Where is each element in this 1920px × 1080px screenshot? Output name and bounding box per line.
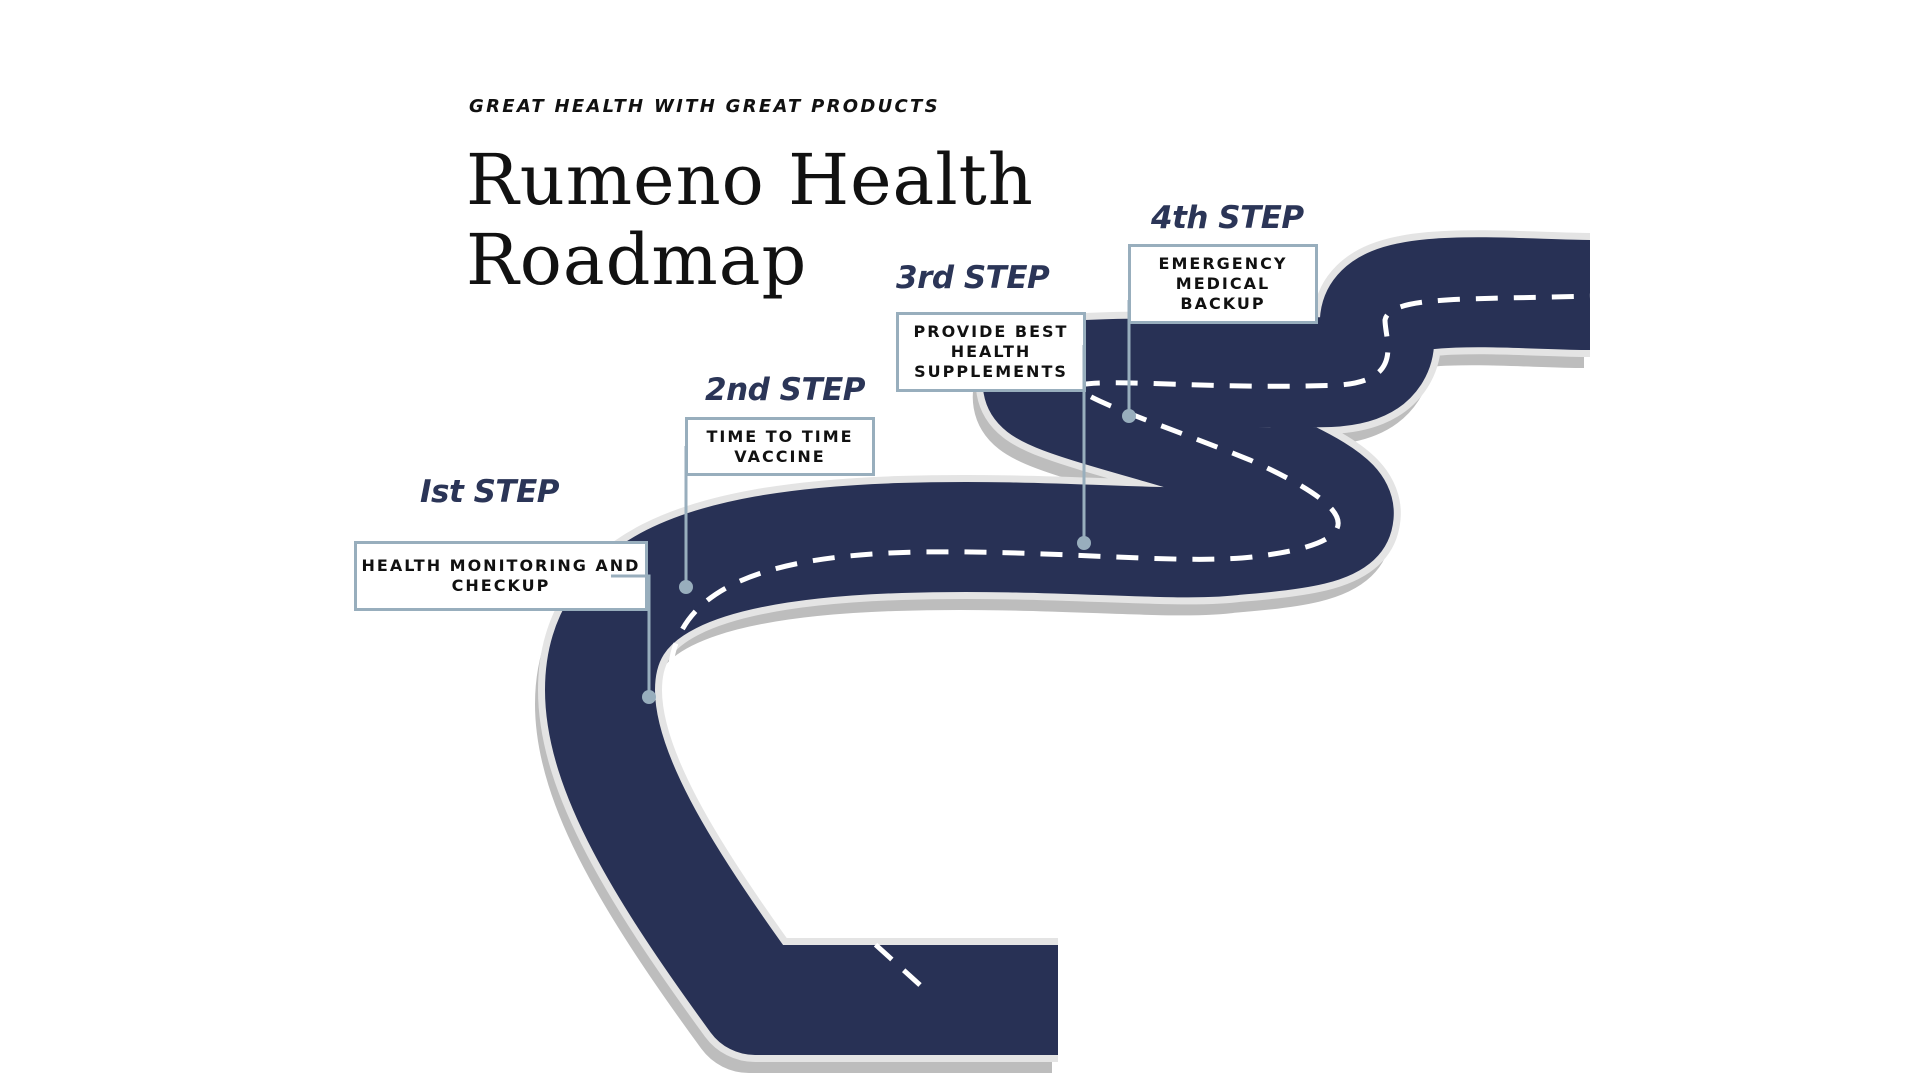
page-title: Rumeno Health Roadmap (466, 140, 1166, 300)
step-1-text: HEALTH MONITORING AND CHECKUP (361, 556, 641, 595)
step-4-box: EMERGENCY MEDICAL BACKUP (1128, 244, 1318, 324)
step-4-text: EMERGENCY MEDICAL BACKUP (1158, 254, 1288, 313)
title-line-2: Roadmap (466, 219, 808, 301)
step-3-heading: 3rd STEP (896, 260, 1050, 296)
step-1-box: HEALTH MONITORING AND CHECKUP (354, 541, 648, 611)
step-3-box: PROVIDE BEST HEALTH SUPPLEMENTS (896, 312, 1086, 392)
step-1-heading: Ist STEP (420, 474, 559, 510)
tagline: GREAT HEALTH WITH GREAT PRODUCTS (469, 96, 940, 117)
step-2-box: TIME TO TIME VACCINE (685, 417, 875, 476)
title-line-1: Rumeno Health (466, 139, 1034, 221)
step-2-text: TIME TO TIME VACCINE (706, 426, 854, 466)
step-2-heading: 2nd STEP (705, 372, 866, 408)
step-4-heading: 4th STEP (1151, 200, 1304, 236)
step-3-text: PROVIDE BEST HEALTH SUPPLEMENTS (913, 322, 1069, 381)
